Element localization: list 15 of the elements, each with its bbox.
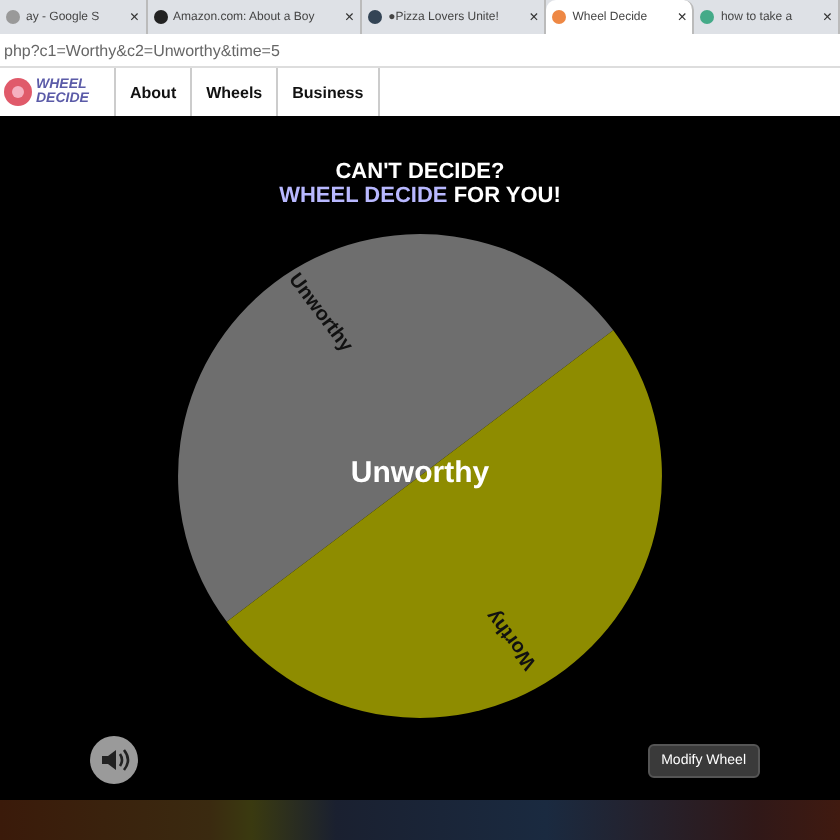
heading: CAN'T DECIDE? WHEEL DECIDE FOR YOU! [279, 160, 561, 208]
favicon-icon [368, 10, 383, 24]
favicon-icon [6, 10, 20, 24]
favicon-icon [153, 10, 168, 24]
address-bar[interactable]: php?c1=Worthy&c2=Unworthy&time=5 [0, 34, 840, 68]
close-icon[interactable]: × [677, 8, 687, 26]
close-icon[interactable]: × [129, 8, 140, 26]
url-text: php?c1=Worthy&c2=Unworthy&time=5 [2, 41, 280, 59]
close-icon[interactable]: × [529, 8, 539, 26]
speaker-icon[interactable] [90, 736, 138, 784]
close-icon[interactable]: × [344, 8, 355, 26]
wheel-logo-icon [4, 78, 32, 106]
favicon-icon [700, 10, 715, 24]
close-icon[interactable]: × [822, 8, 832, 26]
favicon-icon [552, 10, 567, 24]
